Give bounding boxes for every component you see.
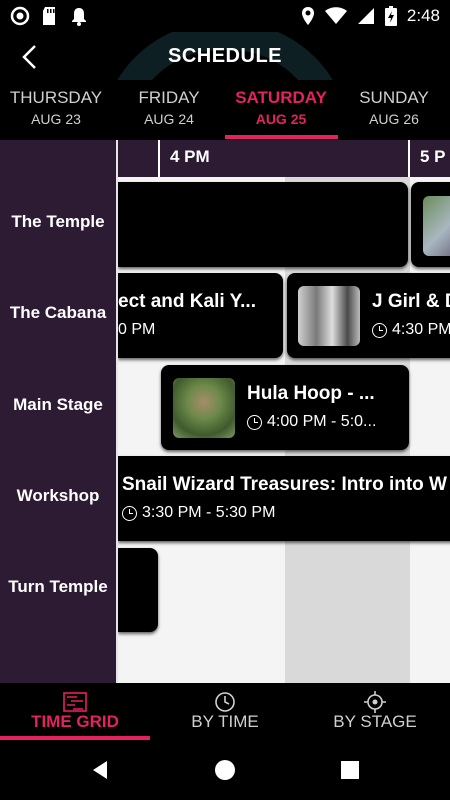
stage-label: Workshop xyxy=(16,486,100,505)
tab-day-label: SATURDAY xyxy=(235,88,327,107)
tab-date-label: AUG 25 xyxy=(255,111,307,127)
notification-bell-icon xyxy=(72,8,86,26)
tab-date-label: AUG 26 xyxy=(369,111,419,127)
time-tick xyxy=(408,140,410,177)
event-card-cabana-2[interactable]: J Girl & D 4:30 PM xyxy=(287,273,450,358)
event-thumbnail xyxy=(173,378,235,438)
nav-by-time[interactable]: BY TIME xyxy=(150,683,300,740)
event-title: J Girl & D xyxy=(372,291,450,312)
nav-label: TIME GRID xyxy=(31,712,119,731)
time-grid-icon xyxy=(63,692,87,712)
event-thumbnail xyxy=(423,196,450,256)
system-navigation-bar xyxy=(0,740,450,800)
app-notification-icon xyxy=(10,6,30,26)
stage-label: Main Stage xyxy=(13,395,103,414)
nav-time-grid[interactable]: TIME GRID xyxy=(0,683,150,740)
event-time: 4:30 PM xyxy=(372,321,450,339)
page-title: SCHEDULE xyxy=(167,45,282,67)
target-icon xyxy=(364,691,386,713)
event-card-temple-next[interactable] xyxy=(411,182,450,267)
bottom-navigation: TIME GRID BY TIME BY STAGE xyxy=(0,683,450,740)
back-triangle-icon[interactable] xyxy=(88,758,112,782)
tab-friday[interactable]: FRIDAY AUG 24 xyxy=(113,88,225,127)
tab-date-label: AUG 24 xyxy=(144,111,194,127)
clock-icon xyxy=(215,692,235,712)
time-label: 5 P xyxy=(420,147,446,166)
tab-saturday[interactable]: SATURDAY AUG 25 xyxy=(225,88,337,127)
status-bar: 2:48 xyxy=(0,0,450,32)
stage-column: The Temple The Cabana Main Stage Worksho… xyxy=(0,140,118,683)
location-icon xyxy=(301,7,314,25)
event-card-temple[interactable] xyxy=(118,182,408,267)
time-label: 4 PM xyxy=(170,147,210,166)
signal-icon xyxy=(357,8,374,24)
clock-icon xyxy=(122,505,137,521)
event-title: Snail Wizard Treasures: Intro into W xyxy=(122,474,447,495)
tab-day-label: SUNDAY xyxy=(359,88,429,107)
stage-label: The Temple xyxy=(11,212,105,231)
event-time-text: 4:30 PM xyxy=(392,321,450,338)
event-time: 3:30 PM - 5:30 PM xyxy=(122,504,275,522)
clock-icon xyxy=(372,322,387,338)
tab-sunday[interactable]: SUNDAY AUG 26 xyxy=(338,88,450,127)
event-card-cabana-1[interactable]: ect and Kali Y... 0 PM xyxy=(118,273,283,358)
tab-day-label: THURSDAY xyxy=(9,88,103,107)
event-time: 4:00 PM - 5:0... xyxy=(247,413,376,431)
event-time-text: 3:30 PM - 5:30 PM xyxy=(142,504,276,521)
wifi-icon xyxy=(324,7,347,24)
event-thumbnail xyxy=(298,286,360,346)
tab-date-label: AUG 23 xyxy=(31,111,81,127)
time-tick xyxy=(158,140,160,177)
event-time: 0 PM xyxy=(118,321,155,339)
event-card-workshop[interactable]: Snail Wizard Treasures: Intro into W 3:3… xyxy=(118,456,450,541)
tab-thursday[interactable]: THURSDAY AUG 23 xyxy=(0,88,112,127)
event-title: ect and Kali Y... xyxy=(118,291,256,312)
sd-card-icon xyxy=(43,7,55,25)
day-tabs: THURSDAY AUG 23 FRIDAY AUG 24 SATURDAY A… xyxy=(0,80,450,140)
tab-day-label: FRIDAY xyxy=(138,88,200,107)
event-time-text: 4:00 PM - 5:0... xyxy=(267,413,377,430)
event-title: Hula Hoop - ... xyxy=(247,383,375,404)
nav-label: BY STAGE xyxy=(333,712,417,731)
event-card-main-stage[interactable]: Hula Hoop - ... 4:00 PM - 5:0... xyxy=(161,365,409,450)
stage-label: Turn Temple xyxy=(8,577,108,596)
event-card-turn-temple[interactable] xyxy=(118,548,158,632)
header: SCHEDULE xyxy=(0,32,450,80)
time-header-row: 4 PM 5 P xyxy=(118,140,450,177)
clock-icon xyxy=(247,414,262,430)
recents-square-icon[interactable] xyxy=(338,758,362,782)
status-time: 2:48 xyxy=(406,6,440,25)
schedule-grid[interactable]: 4 PM 5 P ect and Kali Y... 0 PM J Girl &… xyxy=(0,140,450,683)
home-circle-icon[interactable] xyxy=(213,758,237,782)
nav-by-stage[interactable]: BY STAGE xyxy=(300,683,450,740)
stage-label: The Cabana xyxy=(9,303,107,322)
nav-label: BY TIME xyxy=(191,712,259,731)
active-tab-indicator xyxy=(225,135,338,139)
battery-charging-icon xyxy=(384,6,397,26)
event-time-text: 0 PM xyxy=(118,321,156,338)
